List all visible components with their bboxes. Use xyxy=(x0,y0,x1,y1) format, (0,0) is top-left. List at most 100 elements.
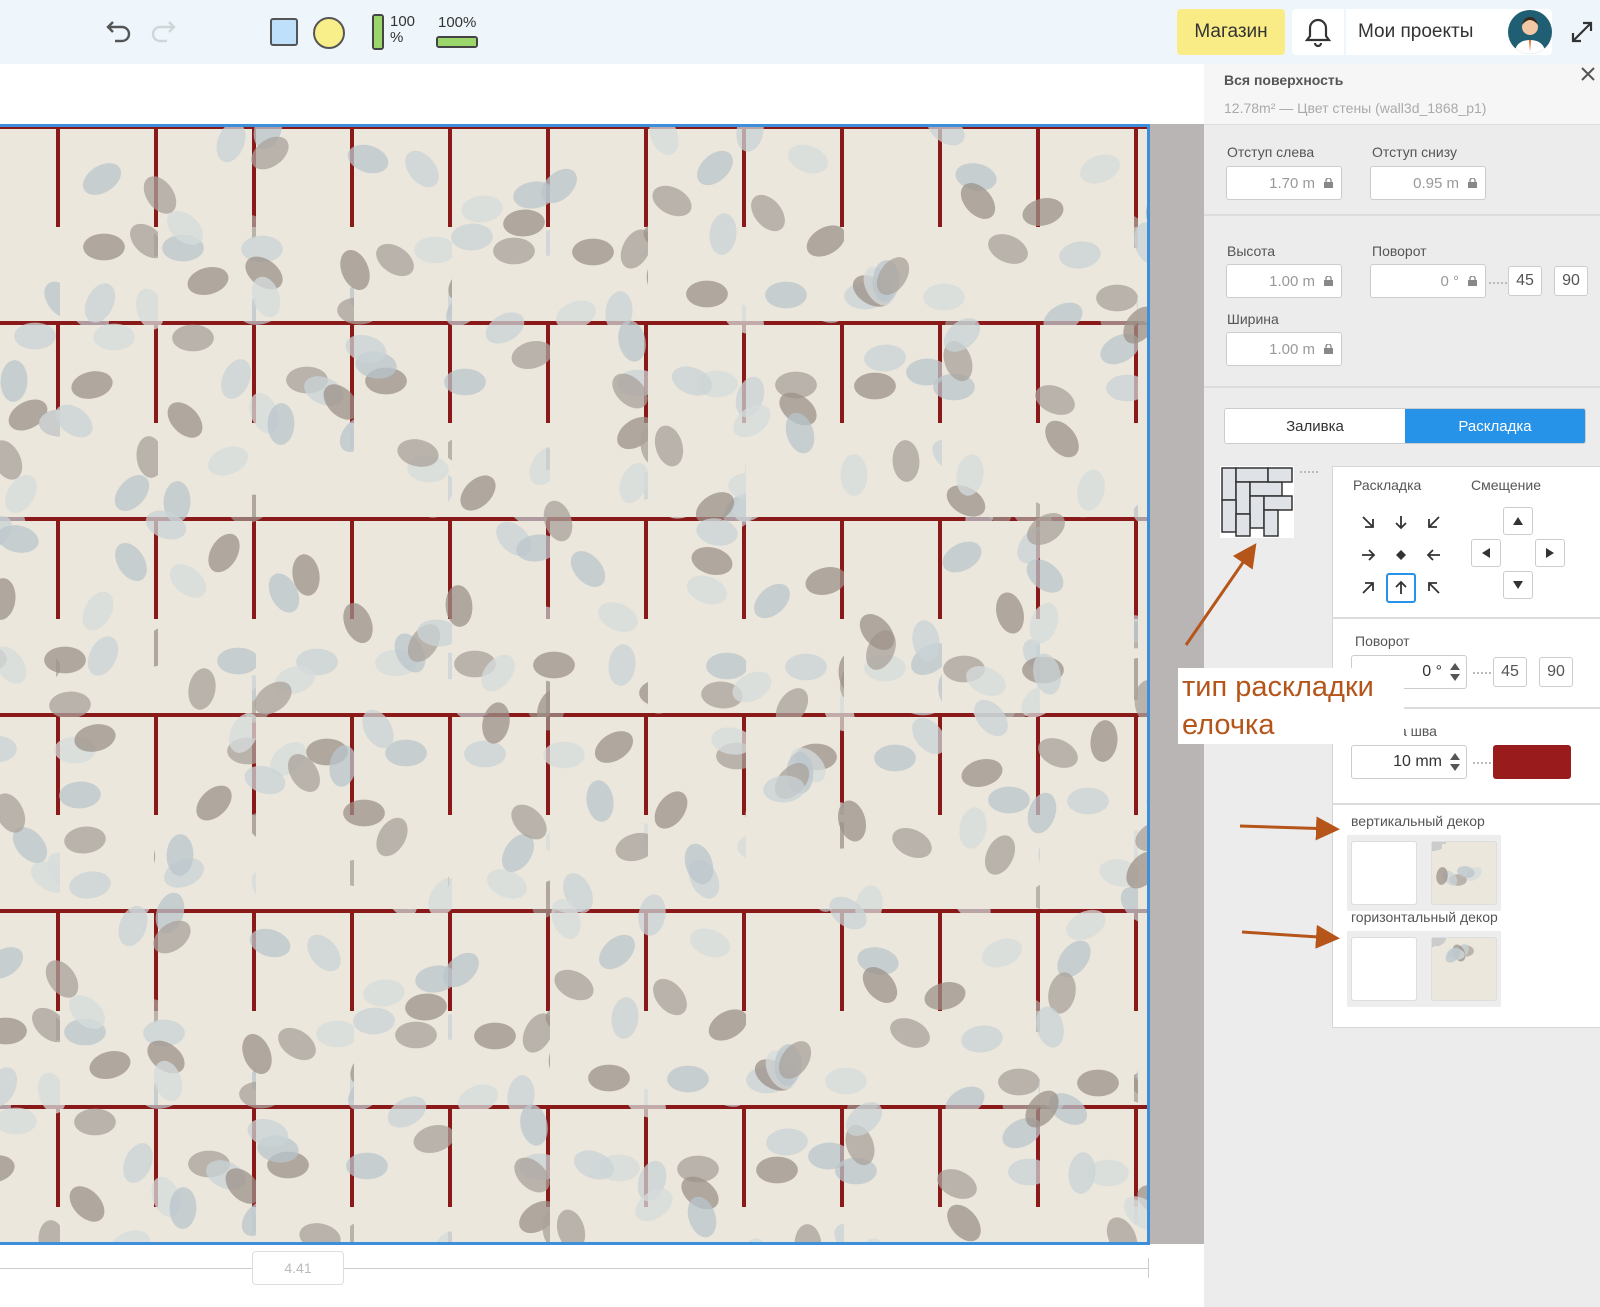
herringbone-tiles xyxy=(0,127,1147,1242)
lock-icon xyxy=(1468,276,1477,286)
anchor-middle-right-arrow-icon[interactable] xyxy=(1419,540,1449,570)
lock-icon xyxy=(1324,276,1333,286)
herringbone-pattern-thumbnail[interactable] xyxy=(1220,466,1294,538)
vertical-scale-bar xyxy=(372,14,384,50)
expand-icon[interactable] xyxy=(1568,18,1596,46)
horizontal-decor-empty-slot[interactable] xyxy=(1351,937,1417,1001)
offset-left-icon[interactable] xyxy=(1471,539,1501,567)
divider xyxy=(1333,617,1600,619)
tile xyxy=(835,1102,938,1242)
close-icon[interactable] xyxy=(1580,66,1600,86)
tab-fill[interactable]: Заливка xyxy=(1225,409,1405,443)
rotation-field[interactable]: 0 ° xyxy=(1370,264,1486,298)
tile xyxy=(1035,325,1147,517)
anchor-grid xyxy=(1353,507,1449,603)
width-field[interactable]: 1.00 m xyxy=(1226,332,1342,366)
rectangle-icon xyxy=(270,18,298,46)
horizontal-decor-tile[interactable] xyxy=(1431,937,1497,1001)
annotation-line-2: елочка xyxy=(1182,709,1275,741)
undo-icon[interactable] xyxy=(100,16,136,48)
seam-color-swatch[interactable] xyxy=(1493,745,1571,779)
layout-rotation-90-button[interactable]: 90 xyxy=(1539,657,1573,687)
offset-left-field[interactable]: 1.70 m xyxy=(1226,166,1342,200)
height-value: 1.00 m xyxy=(1269,272,1315,290)
spinner-arrows-icon xyxy=(1450,663,1460,681)
notifications-button[interactable] xyxy=(1292,9,1344,55)
anchor-top-left-arrow-icon[interactable] xyxy=(1353,507,1383,537)
fill-mode-tabs: Заливка Раскладка xyxy=(1224,408,1586,444)
tile xyxy=(648,518,748,713)
offset-bottom-field[interactable]: 0.95 m xyxy=(1370,166,1486,200)
tile xyxy=(837,717,946,927)
anchor-bottom-center-arrow-icon[interactable] xyxy=(1386,573,1416,603)
width-dimension-label: 4.41 xyxy=(252,1251,344,1285)
redo-icon[interactable] xyxy=(146,16,182,48)
shop-button[interactable]: Магазин xyxy=(1177,9,1285,55)
tile xyxy=(942,699,1036,909)
panel-header: Вся поверхность 12.78m² — Цвет стены (wa… xyxy=(1204,64,1600,125)
vertical-decor-tile[interactable] xyxy=(1431,841,1497,905)
tile xyxy=(54,717,154,909)
tile xyxy=(145,510,259,713)
lock-icon xyxy=(1324,344,1333,354)
tile xyxy=(543,717,657,913)
vertical-decor-row xyxy=(1347,835,1501,911)
horizontal-scale-bar xyxy=(436,36,478,48)
tile xyxy=(452,702,547,909)
vertical-decor-extra-slot[interactable] xyxy=(1509,845,1567,903)
tile xyxy=(0,515,56,713)
tile xyxy=(353,913,457,1105)
dimension-tick xyxy=(1148,1258,1149,1278)
tile xyxy=(158,324,252,523)
tiled-wall-surface[interactable] xyxy=(0,124,1150,1245)
offset-controls xyxy=(1471,507,1567,603)
height-field[interactable]: 1.00 m xyxy=(1226,264,1342,298)
seam-width-value: 10 mm xyxy=(1393,753,1442,770)
tile xyxy=(840,325,948,517)
vertical-decor-empty-slot[interactable] xyxy=(1351,841,1417,905)
rotation-45-button[interactable]: 45 xyxy=(1508,266,1542,296)
seam-width-input[interactable]: 10 mm xyxy=(1351,745,1467,779)
tile xyxy=(55,323,164,517)
anchor-bottom-left-arrow-icon[interactable] xyxy=(1353,573,1383,603)
tile xyxy=(1036,909,1134,1105)
tile xyxy=(451,129,555,321)
offset-down-icon[interactable] xyxy=(1503,571,1533,599)
offset-right-icon[interactable] xyxy=(1535,539,1565,567)
tile xyxy=(648,717,758,909)
tile xyxy=(44,521,154,719)
vertical-scale-button[interactable]: 100 % xyxy=(372,14,420,52)
offset-left-label: Отступ слева xyxy=(1227,144,1315,160)
height-label: Высота xyxy=(1227,243,1276,259)
tile xyxy=(1022,512,1134,713)
tile xyxy=(541,129,652,333)
avatar[interactable] xyxy=(1508,10,1552,54)
horizontal-scale-button[interactable]: 100% xyxy=(436,14,486,54)
anchor-middle-left-arrow-icon[interactable] xyxy=(1353,540,1383,570)
spinner-arrows-icon xyxy=(1450,753,1460,771)
tile xyxy=(343,709,460,917)
dimension-line xyxy=(0,1268,1148,1269)
horizontal-decor-extra-slot[interactable] xyxy=(1509,941,1567,999)
dotted-separator xyxy=(1473,672,1491,674)
anchor-bottom-right-arrow-icon[interactable] xyxy=(1419,573,1449,603)
tile xyxy=(746,913,840,1105)
width-label: Ширина xyxy=(1227,311,1279,327)
anchor-center-diamond-icon[interactable] xyxy=(1386,540,1416,570)
rectangle-shape-button[interactable] xyxy=(268,16,300,48)
layout-rotation-value: 0 ° xyxy=(1422,663,1442,680)
layout-rotation-45-button[interactable]: 45 xyxy=(1493,657,1527,687)
my-projects-label: Мои проекты xyxy=(1358,21,1474,42)
rotation-90-button[interactable]: 90 xyxy=(1554,266,1588,296)
tile xyxy=(1027,717,1141,909)
offset-up-icon[interactable] xyxy=(1503,507,1533,535)
annotation-line-1: тип раскладки xyxy=(1182,671,1374,703)
tab-layout[interactable]: Раскладка xyxy=(1405,409,1585,443)
tile xyxy=(742,1109,850,1242)
anchor-top-right-arrow-icon[interactable] xyxy=(1419,507,1449,537)
circle-shape-button[interactable] xyxy=(312,16,346,50)
offset-bottom-label: Отступ снизу xyxy=(1372,144,1457,160)
tile xyxy=(550,898,644,1105)
anchor-top-center-arrow-icon[interactable] xyxy=(1386,507,1416,537)
tile xyxy=(648,127,742,321)
